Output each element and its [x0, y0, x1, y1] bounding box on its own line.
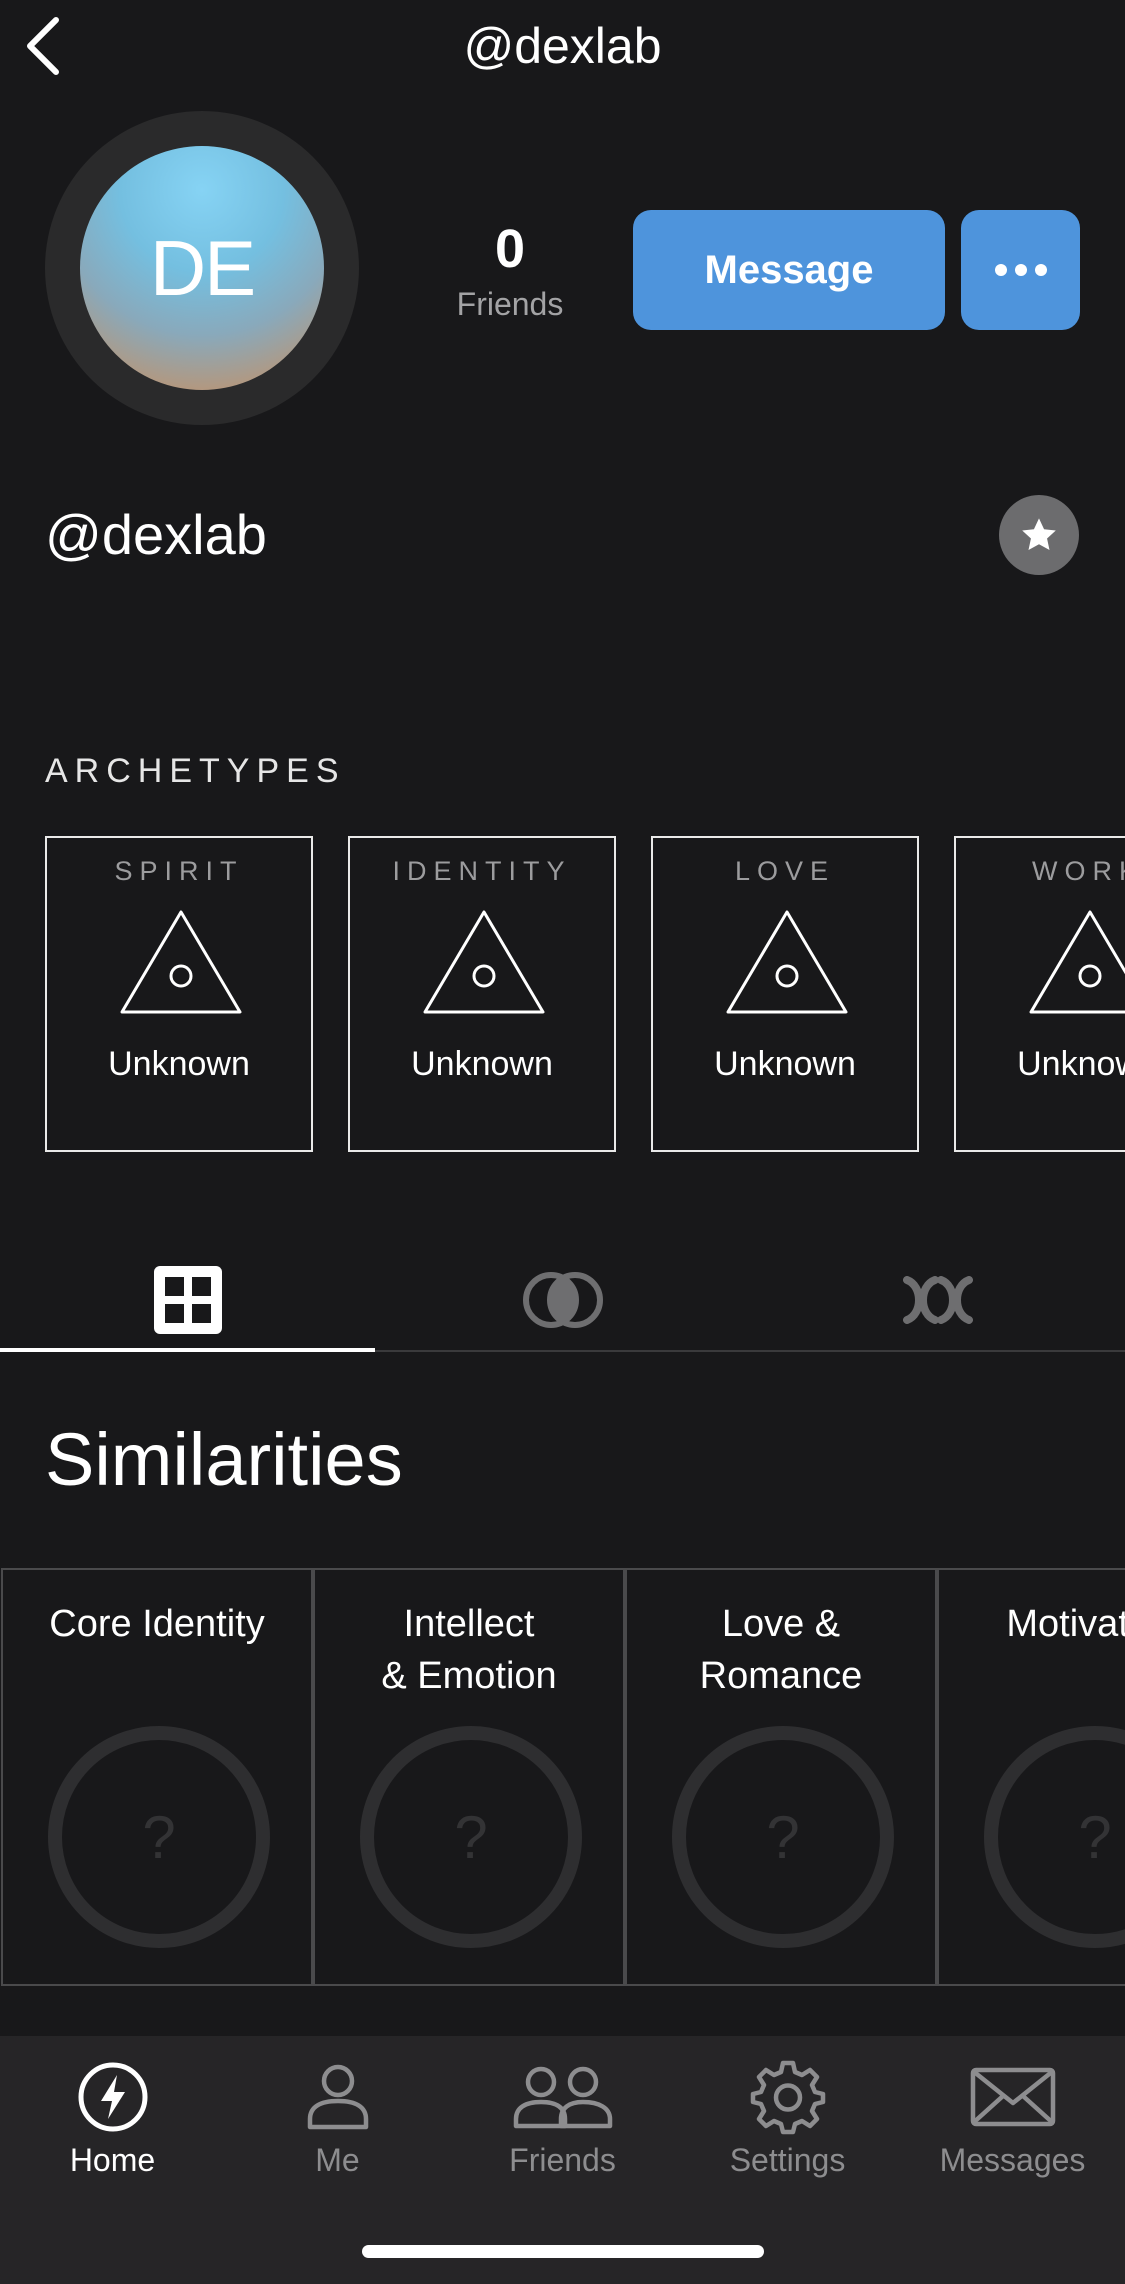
- envelope-icon: [970, 2067, 1055, 2127]
- similarities-title: Similarities: [45, 1418, 403, 1501]
- nav-item-home[interactable]: Home: [0, 2052, 225, 2192]
- similarity-label: Intellect & Emotion: [381, 1603, 557, 1697]
- nav-item-me[interactable]: Me: [225, 2052, 450, 2192]
- archetype-value: Unknown: [411, 1045, 553, 1083]
- archetype-category: WORK: [1032, 856, 1125, 886]
- similarity-card-intellect-emotion[interactable]: Intellect & Emotion ?: [313, 1568, 625, 1986]
- similarity-value: ?: [1078, 1803, 1112, 1871]
- more-button[interactable]: [961, 210, 1080, 330]
- archetype-card-love[interactable]: LOVE Unknown: [651, 836, 919, 1152]
- person-icon: [307, 2064, 368, 2130]
- friends-icon: [513, 2066, 612, 2129]
- similarity-card-core-identity[interactable]: Core Identity ?: [1, 1568, 313, 1986]
- similarity-card-clip: Motivation ?: [937, 1568, 1125, 1986]
- similarity-ring: ?: [984, 1726, 1125, 1948]
- triangle-icon: [423, 910, 545, 1014]
- archetype-card-spirit[interactable]: SPIRIT Unknown: [45, 836, 313, 1152]
- similarity-value: ?: [142, 1803, 176, 1871]
- more-dots-icon: [994, 264, 1047, 276]
- favorite-button[interactable]: [999, 495, 1079, 575]
- archetype-category: IDENTITY: [392, 856, 572, 886]
- similarity-ring: ?: [360, 1726, 582, 1948]
- triangle-icon: [120, 910, 242, 1014]
- friends-count[interactable]: 0: [440, 218, 580, 280]
- avatar-initials: DE: [149, 223, 256, 312]
- similarity-label: Core Identity: [49, 1603, 265, 1645]
- similarity-card-motivation[interactable]: Motivation ?: [937, 1568, 1125, 1986]
- archetype-category: LOVE: [734, 856, 836, 886]
- nav-label: Settings: [729, 2142, 846, 2178]
- nav-label: Me: [315, 2142, 360, 2178]
- grid-icon: [153, 1266, 222, 1334]
- archetype-card-clip: WORK Unknown: [954, 836, 1125, 1152]
- chromosome-icon: [902, 1276, 973, 1324]
- nav-label: Friends: [509, 2142, 616, 2178]
- similarity-ring: ?: [48, 1726, 270, 1948]
- archetype-category: SPIRIT: [114, 856, 244, 886]
- tab-grid[interactable]: [0, 1250, 375, 1350]
- home-indicator[interactable]: [362, 2245, 764, 2258]
- username: @dexlab: [45, 503, 267, 566]
- similarity-value: ?: [766, 1803, 800, 1871]
- tab-chromosome[interactable]: [750, 1250, 1125, 1350]
- similarity-card-love-romance[interactable]: Love & Romance ?: [625, 1568, 937, 1986]
- similarity-ring: ?: [672, 1726, 894, 1948]
- gear-icon: [750, 2060, 825, 2135]
- friends-label[interactable]: Friends: [430, 286, 590, 323]
- archetype-card-work[interactable]: WORK Unknown: [954, 836, 1125, 1152]
- triangle-icon: [726, 910, 848, 1014]
- nav-label: Home: [69, 2142, 156, 2178]
- avatar[interactable]: DE: [80, 146, 324, 390]
- page-title: @dexlab: [463, 18, 662, 74]
- nav-item-messages[interactable]: Messages: [900, 2052, 1125, 2192]
- star-icon: [1022, 518, 1056, 551]
- archetypes-title: ARCHETYPES: [45, 752, 346, 790]
- message-button[interactable]: Message: [633, 210, 945, 330]
- archetype-value: Unknown: [714, 1045, 856, 1083]
- lightning-icon: [78, 2062, 147, 2132]
- similarity-value: ?: [454, 1803, 488, 1871]
- nav-label: Messages: [939, 2142, 1086, 2178]
- nav-item-friends[interactable]: Friends: [450, 2052, 675, 2192]
- archetype-card-identity[interactable]: IDENTITY Unknown: [348, 836, 616, 1152]
- nav-item-settings[interactable]: Settings: [675, 2052, 900, 2192]
- similarity-label: Love & Romance: [699, 1603, 863, 1697]
- triangle-icon: [1029, 910, 1125, 1014]
- archetype-value: Unknown: [1017, 1045, 1125, 1083]
- archetype-value: Unknown: [108, 1045, 250, 1083]
- tab-active-indicator: [0, 1348, 375, 1352]
- overlap-circles-icon: [522, 1272, 603, 1328]
- similarity-label: Motivation: [1006, 1603, 1125, 1645]
- tab-overlap[interactable]: [375, 1250, 750, 1350]
